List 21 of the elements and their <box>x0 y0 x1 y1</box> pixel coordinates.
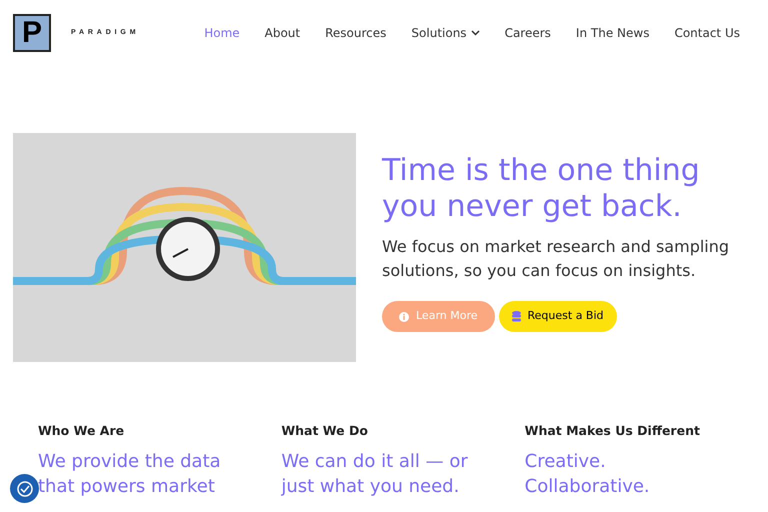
accessibility-button[interactable] <box>10 474 39 503</box>
section-tagline: Creative. Collaborative. <box>524 450 651 499</box>
request-bid-button[interactable]: Request a Bid <box>498 301 617 332</box>
section-heading: What Makes Us Different <box>524 422 701 440</box>
section-heading: What We Do <box>281 422 369 440</box>
section-tagline: We provide the data that powers market <box>38 450 222 499</box>
nav-link[interactable]: About <box>264 24 300 42</box>
hero-subtitle: We focus on market research and sampling solutions, so you can focus on insights. <box>382 236 730 282</box>
nav-link[interactable]: Careers <box>504 24 551 42</box>
info-icon <box>399 312 409 322</box>
nav-link[interactable]: Home <box>204 24 240 42</box>
hero-heading: Time is the one thing you never get back. <box>382 153 701 225</box>
database-icon <box>512 311 521 322</box>
logo-mark[interactable]: P <box>13 14 51 52</box>
nav-link[interactable]: Solutions <box>411 24 480 42</box>
section-heading: Who We Are <box>38 422 126 440</box>
nav-link[interactable]: In The News <box>576 24 650 42</box>
accessibility-icon <box>16 480 34 498</box>
nav-link[interactable]: Contact Us <box>674 24 740 42</box>
section-tagline: We can do it all — or just what you need. <box>281 450 469 499</box>
nav-link[interactable]: Resources <box>325 24 386 42</box>
